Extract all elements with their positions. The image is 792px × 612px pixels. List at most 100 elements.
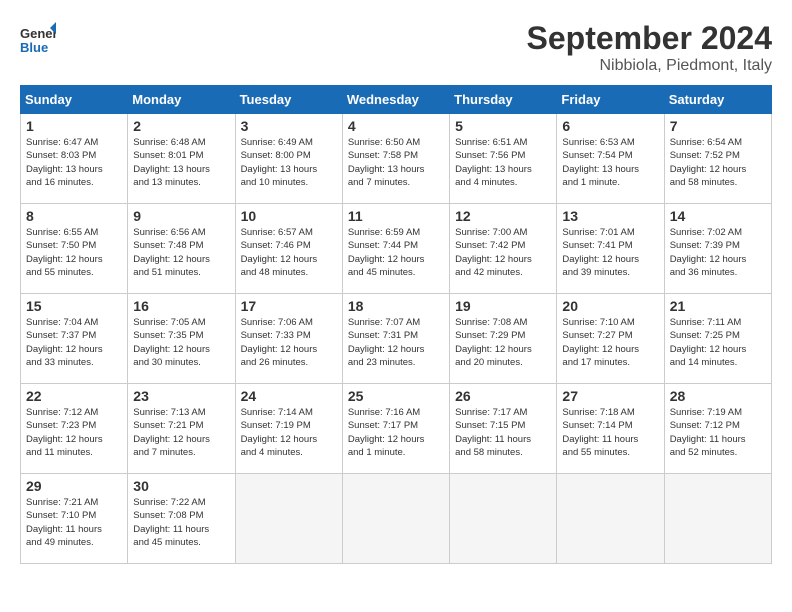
table-row: 15 Sunrise: 7:04 AM Sunset: 7:37 PM Dayli… xyxy=(21,294,128,384)
calendar-week-row: 1 Sunrise: 6:47 AM Sunset: 8:03 PM Daylig… xyxy=(21,114,772,204)
day-number: 17 xyxy=(241,298,337,314)
table-row: 8 Sunrise: 6:55 AM Sunset: 7:50 PM Daylig… xyxy=(21,204,128,294)
table-row: 17 Sunrise: 7:06 AM Sunset: 7:33 PM Dayli… xyxy=(235,294,342,384)
day-info: Sunrise: 6:59 AM Sunset: 7:44 PM Dayligh… xyxy=(348,226,444,279)
day-info: Sunrise: 6:51 AM Sunset: 7:56 PM Dayligh… xyxy=(455,136,551,189)
table-row: 4Sunrise: 6:50 AM Sunset: 7:58 PM Daylig… xyxy=(342,114,449,204)
day-info: Sunrise: 7:01 AM Sunset: 7:41 PM Dayligh… xyxy=(562,226,658,279)
table-row: 12 Sunrise: 7:00 AM Sunset: 7:42 PM Dayli… xyxy=(450,204,557,294)
day-info: Sunrise: 7:02 AM Sunset: 7:39 PM Dayligh… xyxy=(670,226,766,279)
table-row: 16 Sunrise: 7:05 AM Sunset: 7:35 PM Dayli… xyxy=(128,294,235,384)
day-number: 24 xyxy=(241,388,337,404)
col-friday: Friday xyxy=(557,86,664,114)
day-info: Sunrise: 6:55 AM Sunset: 7:50 PM Dayligh… xyxy=(26,226,122,279)
location: Nibbiola, Piedmont, Italy xyxy=(527,57,772,75)
day-number: 18 xyxy=(348,298,444,314)
day-info: Sunrise: 7:14 AM Sunset: 7:19 PM Dayligh… xyxy=(241,406,337,459)
day-number: 30 xyxy=(133,478,229,494)
col-saturday: Saturday xyxy=(664,86,771,114)
table-row: 18 Sunrise: 7:07 AM Sunset: 7:31 PM Dayli… xyxy=(342,294,449,384)
table-row: 21 Sunrise: 7:11 AM Sunset: 7:25 PM Dayli… xyxy=(664,294,771,384)
calendar-table: Sunday Monday Tuesday Wednesday Thursday… xyxy=(20,85,772,564)
table-row: 6 Sunrise: 6:53 AM Sunset: 7:54 PM Daylig… xyxy=(557,114,664,204)
title-block: September 2024 Nibbiola, Piedmont, Italy xyxy=(527,20,772,75)
calendar-week-row: 29 Sunrise: 7:21 AM Sunset: 7:10 PM Dayli… xyxy=(21,474,772,564)
day-info: Sunrise: 7:04 AM Sunset: 7:37 PM Dayligh… xyxy=(26,316,122,369)
calendar-header-row: Sunday Monday Tuesday Wednesday Thursday… xyxy=(21,86,772,114)
table-row: 14 Sunrise: 7:02 AM Sunset: 7:39 PM Dayli… xyxy=(664,204,771,294)
day-info: Sunrise: 7:10 AM Sunset: 7:27 PM Dayligh… xyxy=(562,316,658,369)
day-number: 28 xyxy=(670,388,766,404)
day-info: Sunrise: 7:12 AM Sunset: 7:23 PM Dayligh… xyxy=(26,406,122,459)
day-number: 13 xyxy=(562,208,658,224)
month-title: September 2024 xyxy=(527,20,772,57)
day-info: Sunrise: 7:00 AM Sunset: 7:42 PM Dayligh… xyxy=(455,226,551,279)
day-info: Sunrise: 6:47 AM Sunset: 8:03 PM Dayligh… xyxy=(26,136,122,189)
table-row: 9 Sunrise: 6:56 AM Sunset: 7:48 PM Daylig… xyxy=(128,204,235,294)
day-info: Sunrise: 7:16 AM Sunset: 7:17 PM Dayligh… xyxy=(348,406,444,459)
table-row: 5 Sunrise: 6:51 AM Sunset: 7:56 PM Daylig… xyxy=(450,114,557,204)
table-row: 25Sunrise: 7:16 AM Sunset: 7:17 PM Dayli… xyxy=(342,384,449,474)
day-info: Sunrise: 7:13 AM Sunset: 7:21 PM Dayligh… xyxy=(133,406,229,459)
table-row: 24 Sunrise: 7:14 AM Sunset: 7:19 PM Dayli… xyxy=(235,384,342,474)
calendar-week-row: 15 Sunrise: 7:04 AM Sunset: 7:37 PM Dayli… xyxy=(21,294,772,384)
day-number: 9 xyxy=(133,208,229,224)
svg-text:Blue: Blue xyxy=(20,40,48,55)
table-row xyxy=(342,474,449,564)
day-info: Sunrise: 7:19 AM Sunset: 7:12 PM Dayligh… xyxy=(670,406,766,459)
day-info: Sunrise: 7:22 AM Sunset: 7:08 PM Dayligh… xyxy=(133,496,229,549)
day-number: 19 xyxy=(455,298,551,314)
day-number: 2 xyxy=(133,118,229,134)
table-row: 13 Sunrise: 7:01 AM Sunset: 7:41 PM Dayli… xyxy=(557,204,664,294)
day-info: Sunrise: 7:06 AM Sunset: 7:33 PM Dayligh… xyxy=(241,316,337,369)
table-row xyxy=(235,474,342,564)
table-row xyxy=(450,474,557,564)
day-info: Sunrise: 7:11 AM Sunset: 7:25 PM Dayligh… xyxy=(670,316,766,369)
day-info: Sunrise: 7:08 AM Sunset: 7:29 PM Dayligh… xyxy=(455,316,551,369)
day-info: Sunrise: 6:49 AM Sunset: 8:00 PM Dayligh… xyxy=(241,136,337,189)
table-row: 27Sunrise: 7:18 AM Sunset: 7:14 PM Dayli… xyxy=(557,384,664,474)
day-info: Sunrise: 7:17 AM Sunset: 7:15 PM Dayligh… xyxy=(455,406,551,459)
table-row: 22Sunrise: 7:12 AM Sunset: 7:23 PM Dayli… xyxy=(21,384,128,474)
day-info: Sunrise: 6:57 AM Sunset: 7:46 PM Dayligh… xyxy=(241,226,337,279)
day-info: Sunrise: 6:53 AM Sunset: 7:54 PM Dayligh… xyxy=(562,136,658,189)
day-number: 5 xyxy=(455,118,551,134)
day-number: 6 xyxy=(562,118,658,134)
day-number: 8 xyxy=(26,208,122,224)
day-info: Sunrise: 7:07 AM Sunset: 7:31 PM Dayligh… xyxy=(348,316,444,369)
day-info: Sunrise: 6:50 AM Sunset: 7:58 PM Dayligh… xyxy=(348,136,444,189)
col-thursday: Thursday xyxy=(450,86,557,114)
table-row: 23 Sunrise: 7:13 AM Sunset: 7:21 PM Dayli… xyxy=(128,384,235,474)
day-number: 12 xyxy=(455,208,551,224)
col-sunday: Sunday xyxy=(21,86,128,114)
day-info: Sunrise: 7:21 AM Sunset: 7:10 PM Dayligh… xyxy=(26,496,122,549)
table-row: 3 Sunrise: 6:49 AM Sunset: 8:00 PM Daylig… xyxy=(235,114,342,204)
table-row: 10Sunrise: 6:57 AM Sunset: 7:46 PM Dayli… xyxy=(235,204,342,294)
day-number: 3 xyxy=(241,118,337,134)
logo-icon: General Blue xyxy=(20,20,56,56)
day-number: 27 xyxy=(562,388,658,404)
table-row: 30 Sunrise: 7:22 AM Sunset: 7:08 PM Dayli… xyxy=(128,474,235,564)
table-row xyxy=(557,474,664,564)
day-number: 16 xyxy=(133,298,229,314)
day-number: 21 xyxy=(670,298,766,314)
day-info: Sunrise: 7:05 AM Sunset: 7:35 PM Dayligh… xyxy=(133,316,229,369)
table-row: 20Sunrise: 7:10 AM Sunset: 7:27 PM Dayli… xyxy=(557,294,664,384)
col-monday: Monday xyxy=(128,86,235,114)
table-row: 28 Sunrise: 7:19 AM Sunset: 7:12 PM Dayli… xyxy=(664,384,771,474)
calendar-week-row: 22Sunrise: 7:12 AM Sunset: 7:23 PM Dayli… xyxy=(21,384,772,474)
table-row: 11Sunrise: 6:59 AM Sunset: 7:44 PM Dayli… xyxy=(342,204,449,294)
page-header: General Blue September 2024 Nibbiola, Pi… xyxy=(20,20,772,75)
table-row: 29 Sunrise: 7:21 AM Sunset: 7:10 PM Dayli… xyxy=(21,474,128,564)
day-number: 26 xyxy=(455,388,551,404)
table-row: 1 Sunrise: 6:47 AM Sunset: 8:03 PM Daylig… xyxy=(21,114,128,204)
logo: General Blue xyxy=(20,20,56,56)
day-number: 23 xyxy=(133,388,229,404)
day-number: 1 xyxy=(26,118,122,134)
day-info: Sunrise: 6:56 AM Sunset: 7:48 PM Dayligh… xyxy=(133,226,229,279)
day-number: 15 xyxy=(26,298,122,314)
table-row: 7Sunrise: 6:54 AM Sunset: 7:52 PM Daylig… xyxy=(664,114,771,204)
col-tuesday: Tuesday xyxy=(235,86,342,114)
day-number: 14 xyxy=(670,208,766,224)
day-number: 29 xyxy=(26,478,122,494)
